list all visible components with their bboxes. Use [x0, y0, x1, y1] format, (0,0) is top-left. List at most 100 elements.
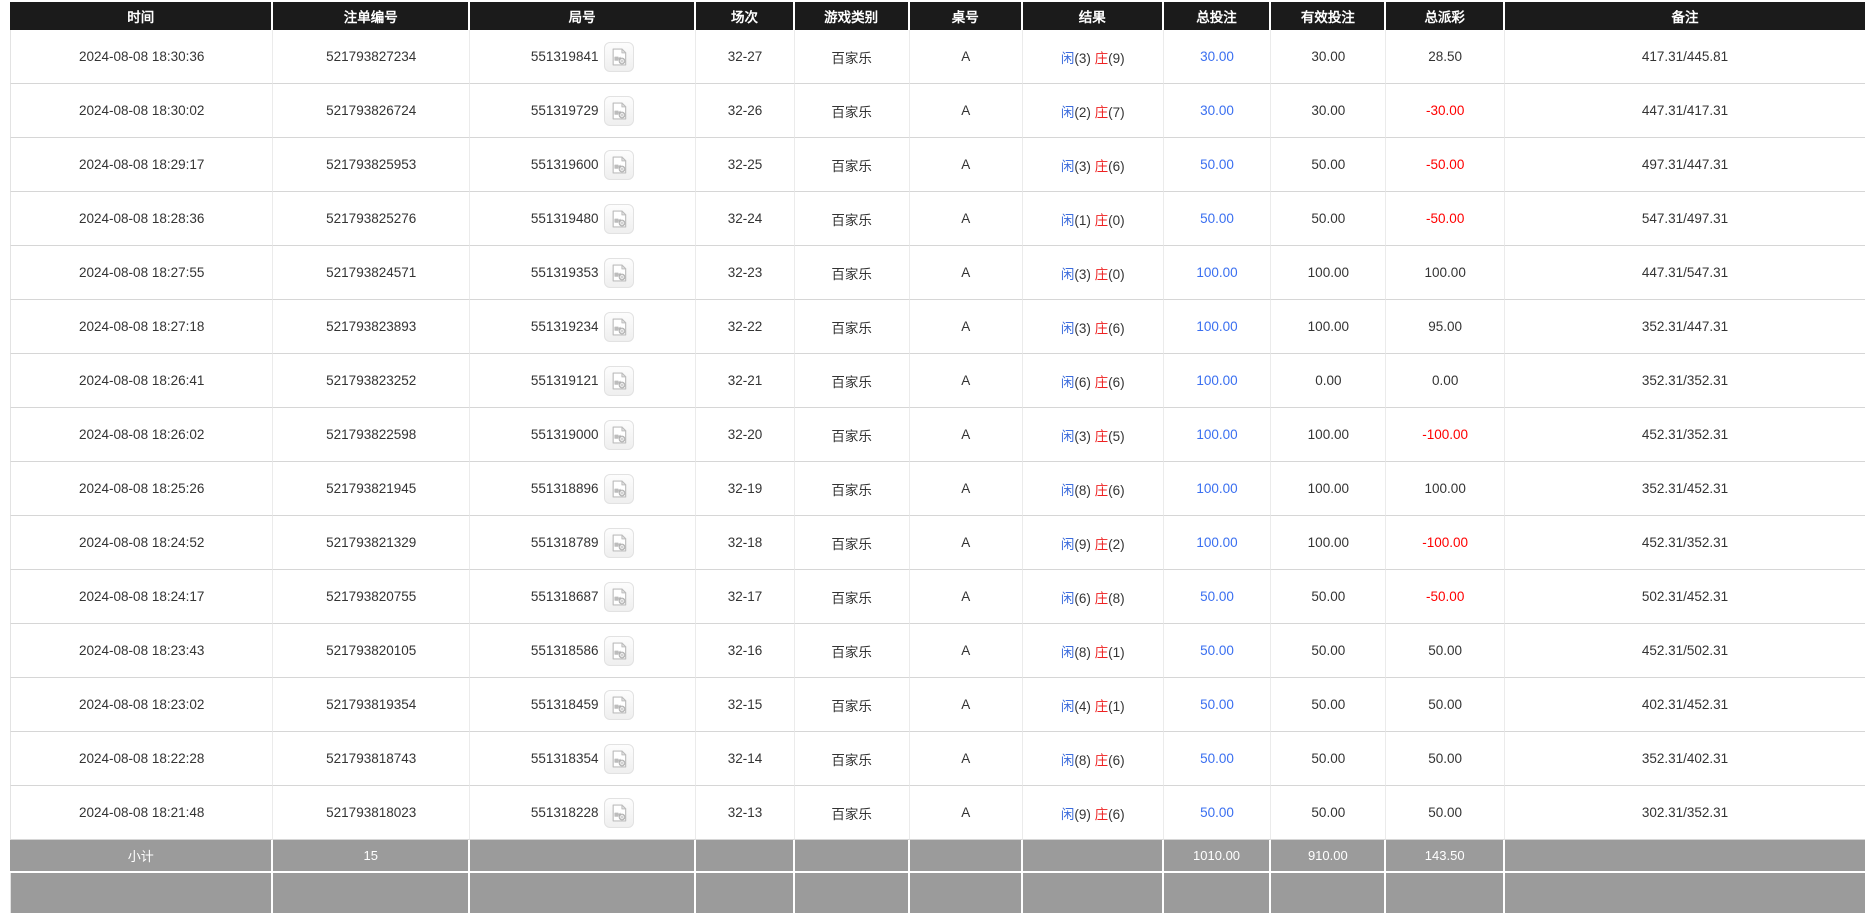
col-header-result: 结果	[1023, 2, 1164, 30]
cell-round-no: 551319121	[470, 354, 696, 408]
video-replay-button[interactable]	[604, 96, 634, 126]
video-replay-button[interactable]	[604, 312, 634, 342]
video-replay-button[interactable]	[604, 204, 634, 234]
banker-result-score: (9)	[1108, 51, 1125, 66]
total-bet-link[interactable]: 50.00	[1200, 589, 1234, 604]
total-bet-link[interactable]: 50.00	[1200, 697, 1234, 712]
total-bet-link[interactable]: 50.00	[1200, 805, 1234, 820]
player-result-score: (8)	[1074, 645, 1091, 660]
video-replay-button[interactable]	[604, 744, 634, 774]
cell-total-bet: 100.00	[1164, 462, 1272, 516]
total-bet-link[interactable]: 100.00	[1196, 535, 1237, 550]
cell-valid-bet: 50.00	[1271, 786, 1386, 840]
round-number: 551319000	[531, 427, 599, 442]
video-replay-button[interactable]	[604, 420, 634, 450]
total-bet-link[interactable]: 100.00	[1196, 265, 1237, 280]
cell-time: 2024-08-08 18:27:18	[10, 300, 273, 354]
cell-payout: 0.00	[1386, 354, 1505, 408]
round-number: 551318687	[531, 589, 599, 604]
cell-order-no: 521793825276	[273, 192, 470, 246]
header-row: 时间 注单编号 局号 场次 游戏类别 桌号 结果 总投注 有效投注 总派彩 备注	[10, 2, 1865, 30]
cell-time: 2024-08-08 18:30:36	[10, 30, 273, 84]
video-replay-button[interactable]	[604, 528, 634, 558]
cell-result: 闲(4) 庄(1)	[1023, 678, 1164, 732]
cell-order-no: 521793825953	[273, 138, 470, 192]
cell-time: 2024-08-08 18:27:55	[10, 246, 273, 300]
player-result-score: (3)	[1074, 429, 1091, 444]
cell-order-no: 521793820105	[273, 624, 470, 678]
cell-round-no: 551319480	[470, 192, 696, 246]
col-header-time: 时间	[10, 2, 273, 30]
col-header-game-type: 游戏类别	[795, 2, 910, 30]
video-replay-button[interactable]	[604, 636, 634, 666]
cell-valid-bet: 100.00	[1271, 462, 1386, 516]
round-number: 551318586	[531, 643, 599, 658]
video-file-icon	[609, 533, 629, 553]
cell-total-bet: 50.00	[1164, 570, 1272, 624]
video-replay-button[interactable]	[604, 366, 634, 396]
banker-result-label: 庄	[1095, 51, 1109, 66]
cell-game-type: 百家乐	[795, 786, 910, 840]
cell-result: 闲(6) 庄(8)	[1023, 570, 1164, 624]
banker-result-score: (0)	[1108, 267, 1125, 282]
banker-result-label: 庄	[1095, 807, 1109, 822]
cell-remark: 447.31/547.31	[1505, 246, 1865, 300]
cell-total-bet: 50.00	[1164, 192, 1272, 246]
player-result-score: (3)	[1074, 321, 1091, 336]
player-result-label: 闲	[1061, 321, 1075, 336]
total-bet-link[interactable]: 100.00	[1196, 481, 1237, 496]
table-row: 2024-08-08 18:21:48 521793818023 5513182…	[10, 786, 1865, 840]
video-replay-button[interactable]	[604, 42, 634, 72]
cell-remark: 547.31/497.31	[1505, 192, 1865, 246]
banker-result-label: 庄	[1095, 159, 1109, 174]
video-file-icon	[609, 479, 629, 499]
cell-payout: 50.00	[1386, 786, 1505, 840]
video-file-icon	[609, 803, 629, 823]
cell-order-no: 521793822598	[273, 408, 470, 462]
total-bet-link[interactable]: 50.00	[1200, 643, 1234, 658]
total-bet-link[interactable]: 30.00	[1200, 103, 1234, 118]
total-bet-link[interactable]: 100.00	[1196, 319, 1237, 334]
cell-time: 2024-08-08 18:23:02	[10, 678, 273, 732]
video-file-icon	[609, 155, 629, 175]
cell-time: 2024-08-08 18:29:17	[10, 138, 273, 192]
cell-time: 2024-08-08 18:21:48	[10, 786, 273, 840]
video-replay-button[interactable]	[604, 258, 634, 288]
video-replay-button[interactable]	[604, 474, 634, 504]
video-replay-button[interactable]	[604, 798, 634, 828]
col-header-table-no: 桌号	[910, 2, 1023, 30]
round-number: 551318459	[531, 697, 599, 712]
cell-session: 32-27	[696, 30, 794, 84]
total-bet-link[interactable]: 50.00	[1200, 211, 1234, 226]
cell-remark: 502.31/452.31	[1505, 570, 1865, 624]
cell-result: 闲(6) 庄(6)	[1023, 354, 1164, 408]
total-bet-link[interactable]: 100.00	[1196, 373, 1237, 388]
cell-order-no: 521793823893	[273, 300, 470, 354]
player-result-score: (8)	[1074, 753, 1091, 768]
video-replay-button[interactable]	[604, 690, 634, 720]
total-bet-link[interactable]: 100.00	[1196, 427, 1237, 442]
cell-valid-bet: 50.00	[1271, 624, 1386, 678]
total-bet-link[interactable]: 30.00	[1200, 49, 1234, 64]
player-result-score: (3)	[1074, 51, 1091, 66]
bet-history-table: 时间 注单编号 局号 场次 游戏类别 桌号 结果 总投注 有效投注 总派彩 备注…	[10, 2, 1865, 913]
cell-remark: 352.31/402.31	[1505, 732, 1865, 786]
cell-table-no: A	[910, 462, 1023, 516]
round-number: 551319480	[531, 211, 599, 226]
total-bet-link[interactable]: 50.00	[1200, 751, 1234, 766]
table-row: 2024-08-08 18:26:02 521793822598 5513190…	[10, 408, 1865, 462]
cell-game-type: 百家乐	[795, 516, 910, 570]
banker-result-score: (6)	[1108, 321, 1125, 336]
player-result-label: 闲	[1061, 645, 1075, 660]
cell-result: 闲(2) 庄(7)	[1023, 84, 1164, 138]
cell-payout: 28.50	[1386, 30, 1505, 84]
banker-result-label: 庄	[1095, 213, 1109, 228]
video-replay-button[interactable]	[604, 150, 634, 180]
video-replay-button[interactable]	[604, 582, 634, 612]
subtotal-count: 15	[273, 840, 470, 873]
cell-valid-bet: 50.00	[1271, 732, 1386, 786]
total-bet-link[interactable]: 50.00	[1200, 157, 1234, 172]
cell-total-bet: 30.00	[1164, 30, 1272, 84]
cell-order-no: 521793826724	[273, 84, 470, 138]
cell-game-type: 百家乐	[795, 570, 910, 624]
